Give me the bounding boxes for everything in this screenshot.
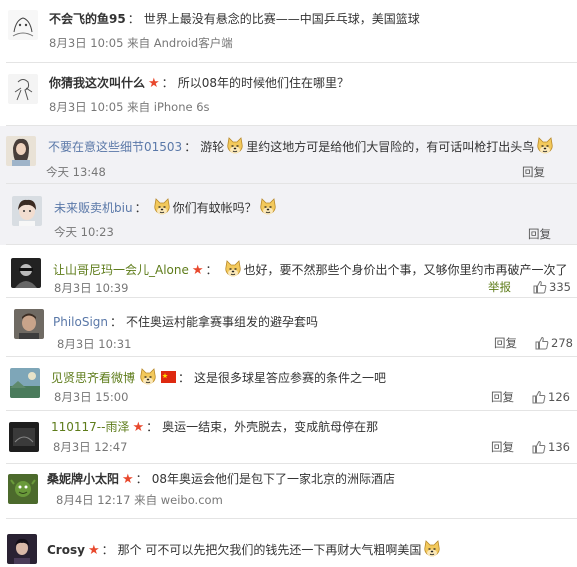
comment-text: 世界上最没有悬念的比赛——中国乒乓球，美国篮球 — [143, 12, 420, 26]
reply-button[interactable]: 回复 — [494, 336, 517, 350]
like-count: 136 — [548, 440, 570, 454]
comment-item: 让山哥尼玛一会儿_Alone ★： 也好，要不然那些个身价出个事，又够你里约市再破产… — [0, 245, 577, 298]
username[interactable]: 让山哥尼玛一会儿_Alone — [53, 263, 189, 277]
comment-item: 不会飞的鱼95：世界上最没有悬念的比赛——中国乒乓球，美国篮球 8月3日 10:… — [0, 0, 577, 63]
comment-item: Crosy ★：那个 可不可以先把欠我们的钱先还一下再财大气粗啊美国 — [0, 519, 577, 567]
comment-item: 110117--雨泽 ★：奥运一结束，外壳脱去，变成航母停在那 8月3日 12:4… — [0, 411, 577, 464]
colon: ： — [178, 371, 191, 385]
like-count: 126 — [548, 390, 570, 404]
like-count: 278 — [551, 336, 573, 350]
like-button[interactable]: 278 — [535, 336, 573, 350]
thumbs-up-icon — [532, 440, 546, 454]
like-button[interactable]: 136 — [532, 440, 570, 454]
doge-emoji-icon — [223, 259, 243, 279]
username[interactable]: PhiloSign — [53, 315, 108, 329]
timestamp: 8月3日 10:31 — [57, 337, 132, 351]
doge-emoji-icon — [258, 197, 278, 217]
like-button[interactable]: 335 — [533, 280, 571, 294]
comment-text: 里约这地方可是给他们大冒险的，有可话叫枪打出头鸟 — [246, 140, 535, 154]
thumbs-up-icon — [535, 336, 549, 350]
report-button[interactable]: 举报 — [488, 280, 511, 294]
comment-list: 不会飞的鱼95：世界上最没有悬念的比赛——中国乒乓球，美国篮球 8月3日 10:… — [0, 0, 577, 567]
colon: ： — [146, 420, 159, 434]
username[interactable]: 不会飞的鱼95 — [49, 12, 126, 26]
comment-text: 你们有蚊帐吗？ — [172, 201, 257, 215]
timestamp: 今天 10:23 — [54, 225, 114, 239]
username[interactable]: 你猜我这次叫什么 — [49, 76, 145, 90]
username[interactable]: 110117--雨泽 — [51, 420, 129, 434]
timestamp: 8月3日 10:05 — [49, 100, 124, 114]
comment-text: 08年奥运会他们是包下了一家北京的洲际酒店 — [151, 472, 395, 486]
reply-button[interactable]: 回复 — [522, 165, 545, 179]
username[interactable]: 见贤思齐看微博 — [51, 371, 135, 385]
colon: ： — [134, 201, 147, 215]
comment-text: 这是很多球星答应参赛的条件之一吧 — [194, 371, 387, 385]
avatar[interactable] — [6, 136, 36, 166]
comment-item: 未来贩卖机biu： 你们有蚊帐吗？ 今天 10:23 回复 — [0, 184, 577, 245]
avatar[interactable] — [12, 196, 42, 226]
avatar[interactable] — [8, 10, 38, 40]
star-icon: ★ — [148, 76, 160, 91]
source-label[interactable]: 来自 weibo.com — [134, 493, 223, 507]
reply-button[interactable]: 回复 — [491, 440, 514, 454]
timestamp: 8月3日 15:00 — [54, 390, 129, 404]
comment-text: 游轮 — [200, 140, 225, 154]
reply-button[interactable]: 回复 — [528, 227, 551, 241]
doge-emoji-icon — [138, 367, 158, 387]
timestamp: 8月3日 12:47 — [53, 440, 128, 454]
comment-text: 也好，要不然那些个身价出个事，又够你里约市再破产一次了 — [243, 263, 568, 277]
avatar[interactable] — [7, 534, 37, 564]
doge-emoji-icon — [535, 136, 555, 156]
doge-emoji-icon — [225, 136, 245, 156]
avatar[interactable] — [8, 74, 38, 104]
colon: ： — [135, 472, 148, 486]
comment-item: 见贤思齐看微博 ：这是很多球星答应参赛的条件之一吧 8月3日 15:00 回复 12… — [0, 357, 577, 411]
thumbs-up-icon — [533, 280, 547, 294]
timestamp: 今天 13:48 — [46, 165, 106, 179]
colon: ： — [161, 76, 174, 90]
doge-emoji-icon — [152, 197, 172, 217]
star-icon: ★ — [122, 472, 134, 487]
colon: ： — [110, 315, 123, 329]
colon: ： — [205, 263, 218, 277]
china-flag-icon — [161, 371, 177, 383]
avatar[interactable] — [8, 474, 38, 504]
thumbs-up-icon — [532, 390, 546, 404]
comment-item: 桑妮牌小太阳 ★： 08年奥运会他们是包下了一家北京的洲际酒店 8月4日 12:17… — [0, 464, 577, 519]
source-label[interactable]: 来自 iPhone 6s — [127, 100, 209, 114]
timestamp: 8月4日 12:17 — [56, 493, 131, 507]
reply-button[interactable]: 回复 — [491, 390, 514, 404]
comment-text: 不住奥运村能拿赛事组发的避孕套吗 — [126, 315, 319, 329]
avatar[interactable] — [10, 368, 40, 398]
comment-text: 奥运一结束，外壳脱去，变成航母停在那 — [162, 420, 379, 434]
colon: ： — [184, 140, 197, 154]
timestamp: 8月3日 10:39 — [54, 281, 129, 295]
username[interactable]: 未来贩卖机biu — [54, 201, 133, 215]
avatar[interactable] — [9, 422, 39, 452]
colon: ： — [127, 12, 140, 26]
colon: ： — [101, 543, 114, 557]
avatar[interactable] — [14, 309, 44, 339]
username[interactable]: Crosy — [47, 543, 85, 557]
comment-item: 不要在意这些细节01503：游轮 里约这地方可是给他们大冒险的，有可话叫枪打出头鸟… — [0, 126, 577, 184]
comment-item: PhiloSign：不住奥运村能拿赛事组发的避孕套吗 8月3日 10:31 回复… — [0, 298, 577, 357]
avatar[interactable] — [11, 258, 41, 288]
like-button[interactable]: 126 — [532, 390, 570, 404]
username[interactable]: 不要在意这些细节01503 — [48, 140, 182, 154]
star-icon: ★ — [132, 420, 145, 435]
star-icon: ★ — [191, 263, 204, 278]
source-label[interactable]: 来自 Android客户端 — [127, 36, 233, 50]
comment-item: 你猜我这次叫什么 ★：所以08年的时候他们住在哪里？ 8月3日 10:05 来自 … — [0, 63, 577, 126]
username[interactable]: 桑妮牌小太阳 — [47, 472, 119, 486]
doge-emoji-icon — [422, 539, 442, 559]
like-count: 335 — [549, 280, 571, 294]
timestamp: 8月3日 10:05 — [49, 36, 124, 50]
comment-text: 那个 可不可以先把欠我们的钱先还一下再财大气粗啊美国 — [117, 543, 422, 557]
star-icon: ★ — [87, 543, 100, 558]
comment-text: 所以08年的时候他们住在哪里？ — [177, 76, 349, 90]
